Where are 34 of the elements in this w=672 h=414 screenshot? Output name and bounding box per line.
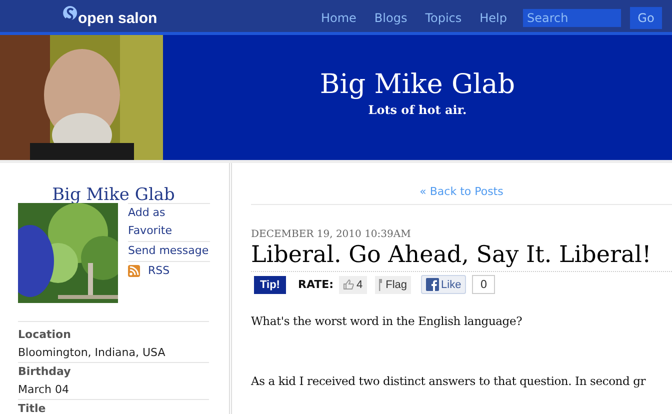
like-count: 0: [472, 275, 496, 294]
like-button[interactable]: Like: [421, 275, 466, 294]
blog-title: Big Mike Glab: [320, 69, 516, 100]
rate-button[interactable]: 4: [338, 276, 367, 294]
field-label: Location: [18, 327, 72, 343]
field-value: Bloomington, Indiana, USA: [18, 345, 166, 361]
post-paragraph: What's the worst word in the English language?: [251, 314, 522, 328]
nav-link[interactable]: Blogs: [374, 11, 408, 25]
post-title: Liberal. Go Ahead, Say It. Liberal!: [251, 242, 652, 270]
search-field[interactable]: Search: [523, 9, 621, 27]
rss-link[interactable]: RSS: [128, 261, 210, 281]
rss-icon: [128, 265, 140, 277]
logo-icon: [62, 5, 78, 23]
facebook-icon: [426, 278, 440, 291]
profile-name[interactable]: Big Mike Glab: [18, 185, 209, 205]
logo-text: open salon: [78, 10, 158, 27]
nav-link[interactable]: Help: [480, 11, 507, 25]
profile-link[interactable]: Send message: [128, 241, 210, 261]
profile-link[interactable]: Add as Favorite: [128, 203, 210, 241]
go-button[interactable]: Go: [630, 7, 662, 29]
field-label: Title: [18, 399, 209, 414]
field-value: March 04: [18, 382, 70, 398]
blog-tagline: Lots of hot air.: [368, 103, 467, 117]
post-date: DECEMBER 19, 2010 10:39AM: [251, 229, 411, 240]
site-logo[interactable]: open salon: [62, 5, 158, 27]
field-label: Birthday: [18, 362, 209, 381]
flag-button[interactable]: Flag: [374, 276, 412, 294]
rate-label: RATE:: [298, 278, 334, 291]
flag-icon: [378, 278, 383, 290]
nav-link[interactable]: Home: [320, 11, 356, 25]
post-paragraph: As a kid I received two distinct answers to that question. In second gr: [251, 374, 646, 388]
tip-button[interactable]: Tip!: [254, 276, 286, 294]
thumbs-up-icon: [342, 279, 354, 290]
nav-link[interactable]: Topics: [425, 11, 462, 25]
